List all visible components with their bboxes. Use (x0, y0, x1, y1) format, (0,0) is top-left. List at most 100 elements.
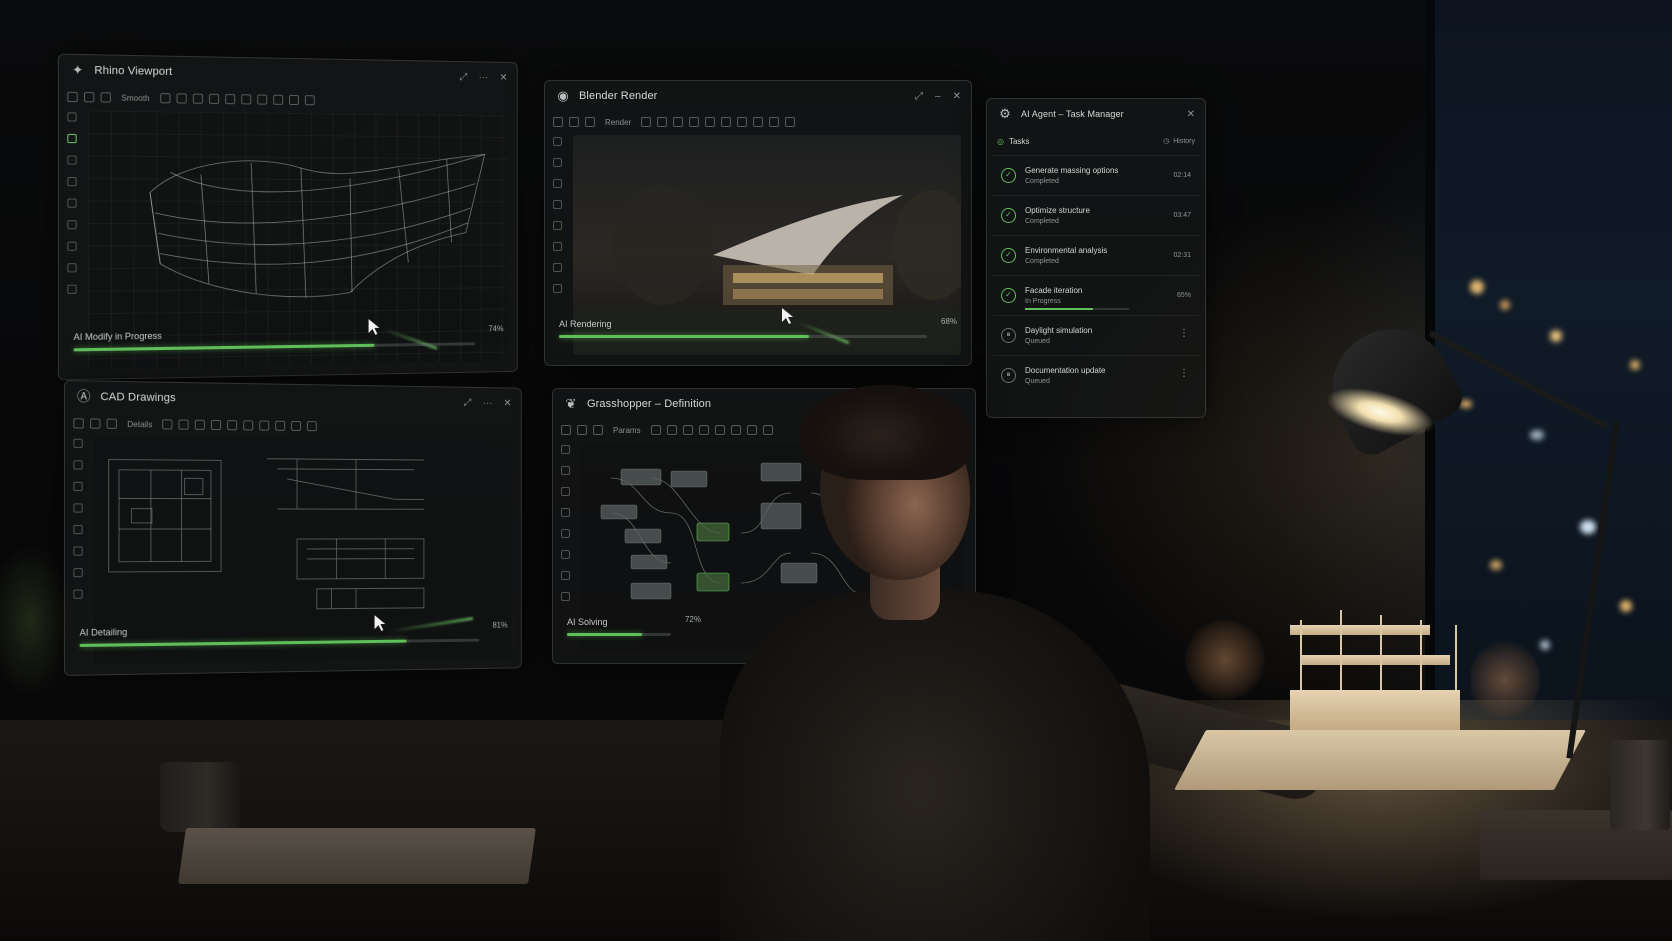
tool-icon[interactable] (553, 158, 562, 167)
tool-icon[interactable] (73, 546, 83, 556)
close-icon[interactable]: ✕ (499, 72, 507, 83)
close-icon[interactable]: ✕ (1187, 109, 1195, 120)
toolbar-params-label[interactable]: Params (609, 426, 645, 435)
tool-icon[interactable] (208, 93, 219, 105)
titlebar[interactable]: ❦ Grasshopper – Definition (553, 389, 975, 419)
tool-icon[interactable] (67, 198, 77, 208)
cad-drawings-window[interactable]: Ⓐ CAD Drawings ⤢ ··· ✕ Details AI Detail… (63, 380, 522, 676)
tool-icon[interactable] (67, 155, 77, 165)
task-item[interactable]: ✓ Generate massing options Completed 02:… (993, 155, 1199, 195)
maximize-icon[interactable]: ⤢ (915, 91, 923, 102)
tool-icon[interactable] (561, 571, 570, 580)
select-tool-icon[interactable] (83, 91, 95, 103)
task-item[interactable]: ✓ Environmental analysis Completed 02:31 (993, 235, 1199, 275)
tool-icon[interactable] (561, 508, 570, 517)
tool-icon[interactable] (673, 117, 684, 127)
tool-icon[interactable] (746, 425, 757, 435)
tool-icon[interactable] (561, 466, 570, 475)
more-icon[interactable]: ··· (479, 72, 488, 83)
tool-icon[interactable] (67, 263, 77, 273)
tool-icon[interactable] (689, 117, 700, 127)
tool-icon[interactable] (730, 425, 741, 435)
tool-icon[interactable] (307, 421, 318, 432)
tool-icon[interactable] (73, 460, 83, 470)
titlebar[interactable]: Ⓐ CAD Drawings ⤢ ··· ✕ (65, 381, 521, 418)
task-item[interactable]: ✓ Facade iteration In Progress 65% (993, 275, 1199, 315)
tool-icon[interactable] (259, 420, 270, 431)
tool-icon[interactable] (227, 420, 238, 431)
tool-icon[interactable] (275, 420, 286, 431)
task-item[interactable]: ⏸ Documentation update Queued ⋮ (993, 355, 1199, 395)
tool-icon[interactable] (67, 241, 77, 251)
grasshopper-window[interactable]: ❦ Grasshopper – Definition Params AI Sol… (552, 388, 976, 664)
tool-icon[interactable] (666, 425, 677, 435)
tool-icon[interactable] (593, 425, 603, 435)
maximize-icon[interactable]: ⤢ (464, 397, 472, 408)
tool-icon[interactable] (67, 112, 77, 122)
tool-icon[interactable] (192, 93, 203, 104)
toolbar-details-label[interactable]: Details (123, 419, 156, 429)
tool-icon[interactable] (553, 179, 562, 188)
tool-icon[interactable] (73, 503, 83, 513)
tool-icon[interactable] (561, 529, 570, 538)
tool-icon[interactable] (73, 524, 83, 535)
tool-icon[interactable] (291, 420, 302, 432)
tool-icon[interactable] (176, 93, 187, 104)
tool-icon[interactable] (698, 425, 709, 435)
titlebar[interactable]: ⚙ AI Agent – Task Manager ✕ (987, 99, 1205, 129)
more-options-icon[interactable]: ⋮ (1179, 368, 1189, 379)
tool-icon[interactable] (304, 95, 315, 106)
tool-icon[interactable] (90, 418, 101, 429)
tool-icon[interactable] (211, 419, 222, 431)
tool-icon[interactable] (553, 263, 562, 272)
tool-icon[interactable] (657, 117, 668, 127)
rhino-viewport-window[interactable]: ✦ Rhino Viewport ⤢ ··· ✕ Smooth AI Modif… (57, 53, 518, 381)
tool-icon[interactable] (67, 220, 77, 230)
tool-icon[interactable] (561, 487, 570, 496)
task-item[interactable]: ⏸ Daylight simulation Queued ⋮ (993, 315, 1199, 355)
tool-icon[interactable] (705, 117, 716, 127)
tool-icon[interactable] (159, 93, 171, 104)
tool-icon[interactable] (178, 419, 190, 430)
tool-icon[interactable] (67, 176, 77, 187)
tool-icon[interactable] (288, 94, 299, 106)
tool-icon[interactable] (553, 284, 562, 293)
search-icon[interactable] (73, 418, 84, 429)
tool-icon[interactable] (553, 221, 562, 230)
search-icon[interactable] (561, 425, 571, 435)
active-tool-icon[interactable] (67, 133, 77, 144)
tab-history[interactable]: ◷ History (1163, 137, 1195, 146)
tool-icon[interactable] (162, 419, 173, 430)
tool-icon[interactable] (73, 438, 83, 449)
tool-icon[interactable] (553, 242, 562, 251)
tool-icon[interactable] (272, 94, 283, 105)
close-icon[interactable]: ✕ (504, 398, 512, 409)
close-icon[interactable]: ✕ (953, 91, 961, 102)
tool-icon[interactable] (73, 567, 83, 578)
tool-icon[interactable] (243, 420, 254, 431)
tool-icon[interactable] (73, 481, 83, 492)
titlebar[interactable]: ◉ Blender Render ⤢ – ✕ (545, 81, 971, 111)
tool-icon[interactable] (721, 117, 732, 127)
task-item[interactable]: ✓ Optimize structure Completed 03:47 (993, 195, 1199, 235)
tool-icon[interactable] (585, 117, 595, 127)
tool-icon[interactable] (785, 117, 796, 127)
tool-icon[interactable] (737, 117, 748, 127)
tool-icon[interactable] (195, 419, 206, 430)
tool-icon[interactable] (769, 117, 780, 127)
search-icon[interactable] (67, 91, 78, 103)
search-icon[interactable] (553, 117, 563, 127)
tool-icon[interactable] (650, 425, 661, 435)
tool-icon[interactable] (561, 550, 570, 559)
tool-icon[interactable] (240, 94, 251, 105)
minimize-icon[interactable]: – (935, 91, 941, 102)
more-icon[interactable]: ··· (483, 397, 492, 408)
maximize-icon[interactable]: ⤢ (460, 71, 468, 82)
titlebar[interactable]: ✦ Rhino Viewport ⤢ ··· ✕ (59, 55, 517, 93)
task-manager-window[interactable]: ⚙ AI Agent – Task Manager ✕ ◎ Tasks ◷ Hi… (986, 98, 1206, 418)
tool-icon[interactable] (569, 117, 579, 127)
tool-icon[interactable] (106, 418, 117, 429)
tool-icon[interactable] (256, 94, 267, 105)
tab-tasks[interactable]: ◎ Tasks (997, 137, 1029, 146)
tool-icon[interactable] (762, 425, 773, 435)
